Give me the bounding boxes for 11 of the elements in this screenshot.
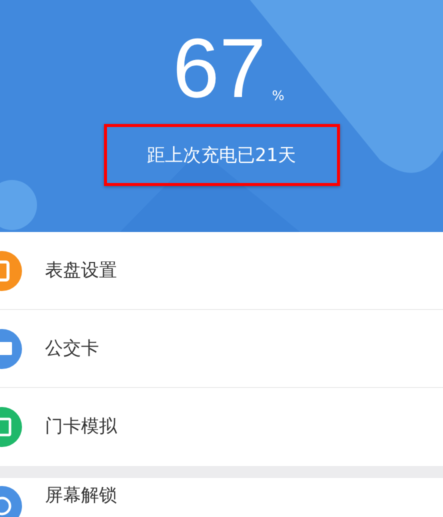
percent-unit: % xyxy=(272,89,284,104)
menu-label: 表盘设置 xyxy=(45,260,117,280)
battery-percentage: 67 xyxy=(172,26,266,110)
menu-item[interactable]: 屏幕解锁 xyxy=(0,478,443,517)
menu-item[interactable]: 表盘设置 xyxy=(0,232,443,310)
menu-label: 门卡模拟 xyxy=(45,417,117,437)
menu-item[interactable]: 公交卡 xyxy=(0,310,443,388)
last-charge-text: 距上次充电已21天 xyxy=(147,144,296,167)
menu-label: 屏幕解锁 xyxy=(45,486,117,506)
menu-item[interactable]: 门卡模拟 xyxy=(0,388,443,466)
menu-label: 公交卡 xyxy=(45,338,99,358)
